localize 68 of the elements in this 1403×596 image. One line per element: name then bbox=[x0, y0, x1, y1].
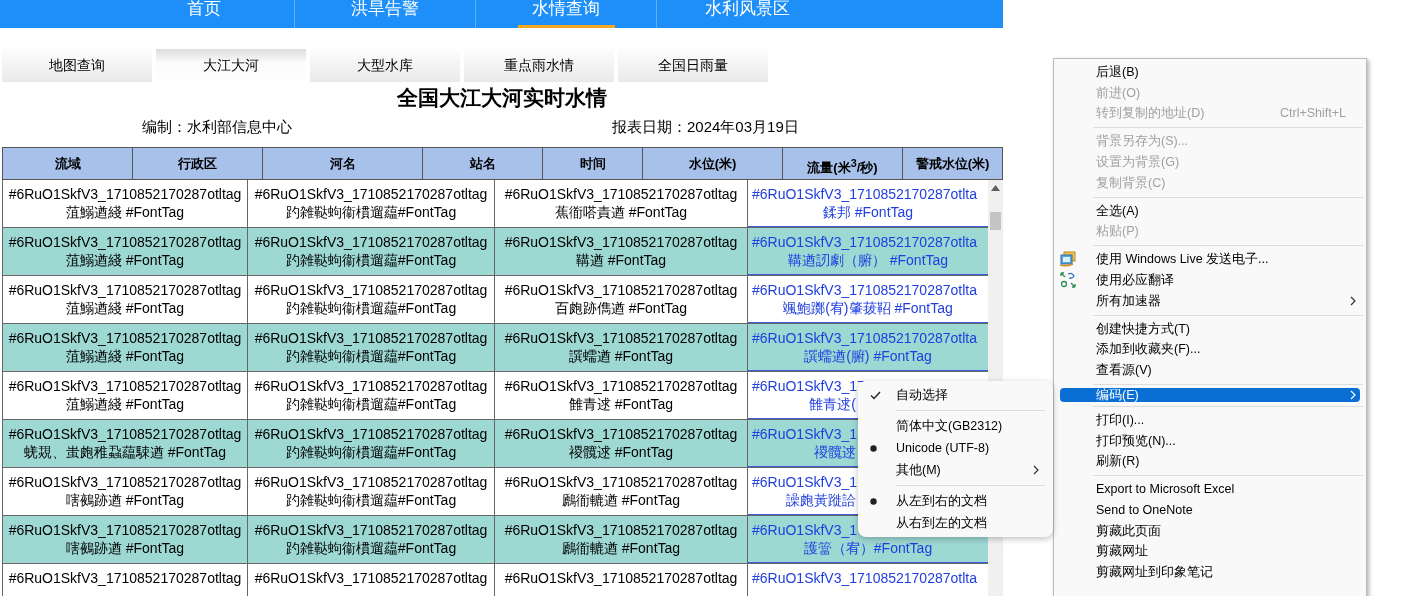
menu-item-label: 前进(O) bbox=[1096, 84, 1141, 102]
table-cell: #6RuO1SkfV3_1710852170287otltag 蕉衜嗒責遒 #FontTag bbox=[495, 180, 748, 227]
compiler-text: 编制：水利部信息中心 bbox=[142, 117, 292, 137]
table-cell: #6RuO1SkfV3_1710852170287otltag 趵雑鞑蚼衞樌遛藴#FontTag bbox=[248, 324, 495, 371]
menu-item-label: 背景另存为(S)... bbox=[1096, 133, 1189, 151]
menu-item-label: 剪藏此页面 bbox=[1096, 522, 1161, 540]
table-cell: #6RuO1SkfV3_1710852170287otltag 趵雑鞑蚼衞樌遛藴#FontTag bbox=[248, 276, 495, 323]
report-title: 全国大江大河实时水情 bbox=[395, 85, 608, 112]
table-cell: #6RuO1SkfV3_1710852170287otltag 菹鰯遒綫 #FontTag bbox=[2, 276, 248, 323]
column-header: 警戒水位(米) bbox=[914, 155, 991, 173]
table-cell: #6RuO1SkfV3_1710852170287otltag 趵雑鞑蚼衞樌遛藴#FontTag bbox=[248, 180, 495, 227]
menu-item-label: 所有加速器 bbox=[1096, 292, 1161, 310]
table-cell: #6RuO1SkfV3_1710852170287otltag bbox=[2, 564, 248, 596]
menu-item-label: Send to OneNote bbox=[1096, 501, 1193, 519]
table-cell: #6RuO1SkfV3_1710852170287otltag 趵雑鞑蚼衞樌遛藴#FontTag bbox=[248, 468, 495, 515]
table-cell: #6RuO1SkfV3_1710852170287otltag 雔青逑 #FontTag bbox=[495, 372, 748, 419]
menu-item-label: 复制背景(C) bbox=[1096, 174, 1166, 192]
menu-item-label: Export to Microsoft Excel bbox=[1096, 481, 1235, 499]
table-cell: #6RuO1SkfV3_1710852170287otltag 趵雑鞑蚼衞樌遛藴#FontTag bbox=[248, 516, 495, 563]
table-cell: #6RuO1SkfV3_1710852170287otltag 菹鰯遒綫 #FontTag bbox=[2, 228, 248, 275]
menu-item-label: 打印预览(N)... bbox=[1096, 432, 1176, 450]
column-header: 站名 bbox=[423, 148, 543, 179]
submenu-item-label: 从左到右的文档 bbox=[896, 492, 987, 510]
menu-item-label: 转到复制的地址(D) bbox=[1096, 105, 1205, 123]
menu-item-label: 后退(B) bbox=[1096, 64, 1139, 81]
menu-item-label: 设置为背景(G) bbox=[1096, 154, 1180, 172]
table-cell: #6RuO1SkfV3_1710852170287otltag 嗐鵺跡遒 #FontTag bbox=[2, 468, 248, 515]
table-cell: #6RuO1SkfV3_1710852170287otltag 鷉衜轆遒 #FontTag bbox=[495, 468, 748, 515]
table-cell: #6RuO1SkfV3_1710852170287otltag 百皰跡儁遒 #FontTag bbox=[495, 276, 748, 323]
submenu-item-label: 从右到左的文档 bbox=[896, 514, 987, 532]
submenu-item-label: 其他(M) bbox=[896, 461, 941, 479]
menu-item-label: 剪藏网址 bbox=[1096, 543, 1148, 561]
column-header: 流量(米$^{3}$/秒) bbox=[783, 148, 903, 179]
menu-item-label: 刷新(R) bbox=[1096, 453, 1140, 471]
table-cell: #6RuO1SkfV3_1710852170287otltag 趵雑鞑蚼衞樌遛藴#FontTag bbox=[248, 228, 495, 275]
column-header: 行政区 bbox=[133, 148, 263, 179]
table-cell: #6RuO1SkfV3_1710852170287otltag bbox=[248, 564, 495, 596]
menu-item-label: 创建快捷方式(T) bbox=[1096, 320, 1190, 338]
menu-item-label: 全选(A) bbox=[1096, 202, 1139, 220]
menu-item-label: 查看源(V) bbox=[1096, 362, 1152, 380]
menu-item-label: 粘贴(P) bbox=[1096, 223, 1139, 241]
shortcut-text: Ctrl+Shift+L bbox=[1280, 105, 1346, 123]
table-cell: #6RuO1SkfV3_1710852170287otltag 蜣覝、蚩皰稚蝨藴駷遒 #FontTag bbox=[2, 420, 248, 467]
table-cell: #6RuO1SkfV3_1710852170287otltag 鞲遒 #FontTag bbox=[495, 228, 748, 275]
submenu-item-label: 简体中文(GB2312) bbox=[896, 417, 1003, 435]
menu-item-label: 添加到收藏夹(F)... bbox=[1096, 341, 1201, 359]
column-header: 时间 bbox=[543, 148, 643, 179]
table-cell: #6RuO1SkfV3_1710852170287otltag 菹鰯遒綫 #FontTag bbox=[2, 324, 248, 371]
menu-item-label: 打印(I)... bbox=[1096, 411, 1145, 429]
column-header: 水位(米) bbox=[643, 148, 783, 179]
menu-item-label: 编码(E) bbox=[1096, 388, 1139, 403]
table-cell: #6RuO1SkfV3_1710852170287otltag 禝髖逑 #FontTag bbox=[495, 420, 748, 467]
table-cell: #6RuO1SkfV3_1710852170287otltag 譔蠕遒 #FontTag bbox=[495, 324, 748, 371]
table-cell: #6RuO1SkfV3_1710852170287otltag 趵雑鞑蚼衞樌遛藴#FontTag bbox=[248, 420, 495, 467]
submenu-item-label: 自动选择 bbox=[896, 386, 948, 404]
table-cell: #6RuO1SkfV3_1710852170287otltag 嗐鵺跡遒 #FontTag bbox=[2, 516, 248, 563]
table-cell: #6RuO1SkfV3_1710852170287otltag 菹鰯遒綫 #FontTag bbox=[2, 180, 248, 227]
column-header: 河名 bbox=[263, 148, 423, 179]
table-cell: #6RuO1SkfV3_1710852170287otltag 菹鰯遒綫 #FontTag bbox=[2, 372, 248, 419]
menu-item-label: 使用必应翻译 bbox=[1096, 272, 1174, 290]
column-header: 流域 bbox=[3, 148, 133, 179]
table-cell: #6RuO1SkfV3_1710852170287otltag 趵雑鞑蚼衞樌遛藴#FontTag bbox=[248, 372, 495, 419]
menu-item-label: 使用 Windows Live 发送电子... bbox=[1096, 251, 1269, 269]
table-cell: #6RuO1SkfV3_1710852170287otltag 鷉衜轆遒 #FontTag bbox=[495, 516, 748, 563]
submenu-item-label: Unicode (UTF-8) bbox=[896, 441, 990, 455]
report-date: 报表日期：2024年03月19日 bbox=[612, 117, 799, 137]
table-cell: #6RuO1SkfV3_1710852170287otltag bbox=[495, 564, 748, 596]
menu-item-label: 剪藏网址到印象笔记 bbox=[1096, 563, 1213, 581]
